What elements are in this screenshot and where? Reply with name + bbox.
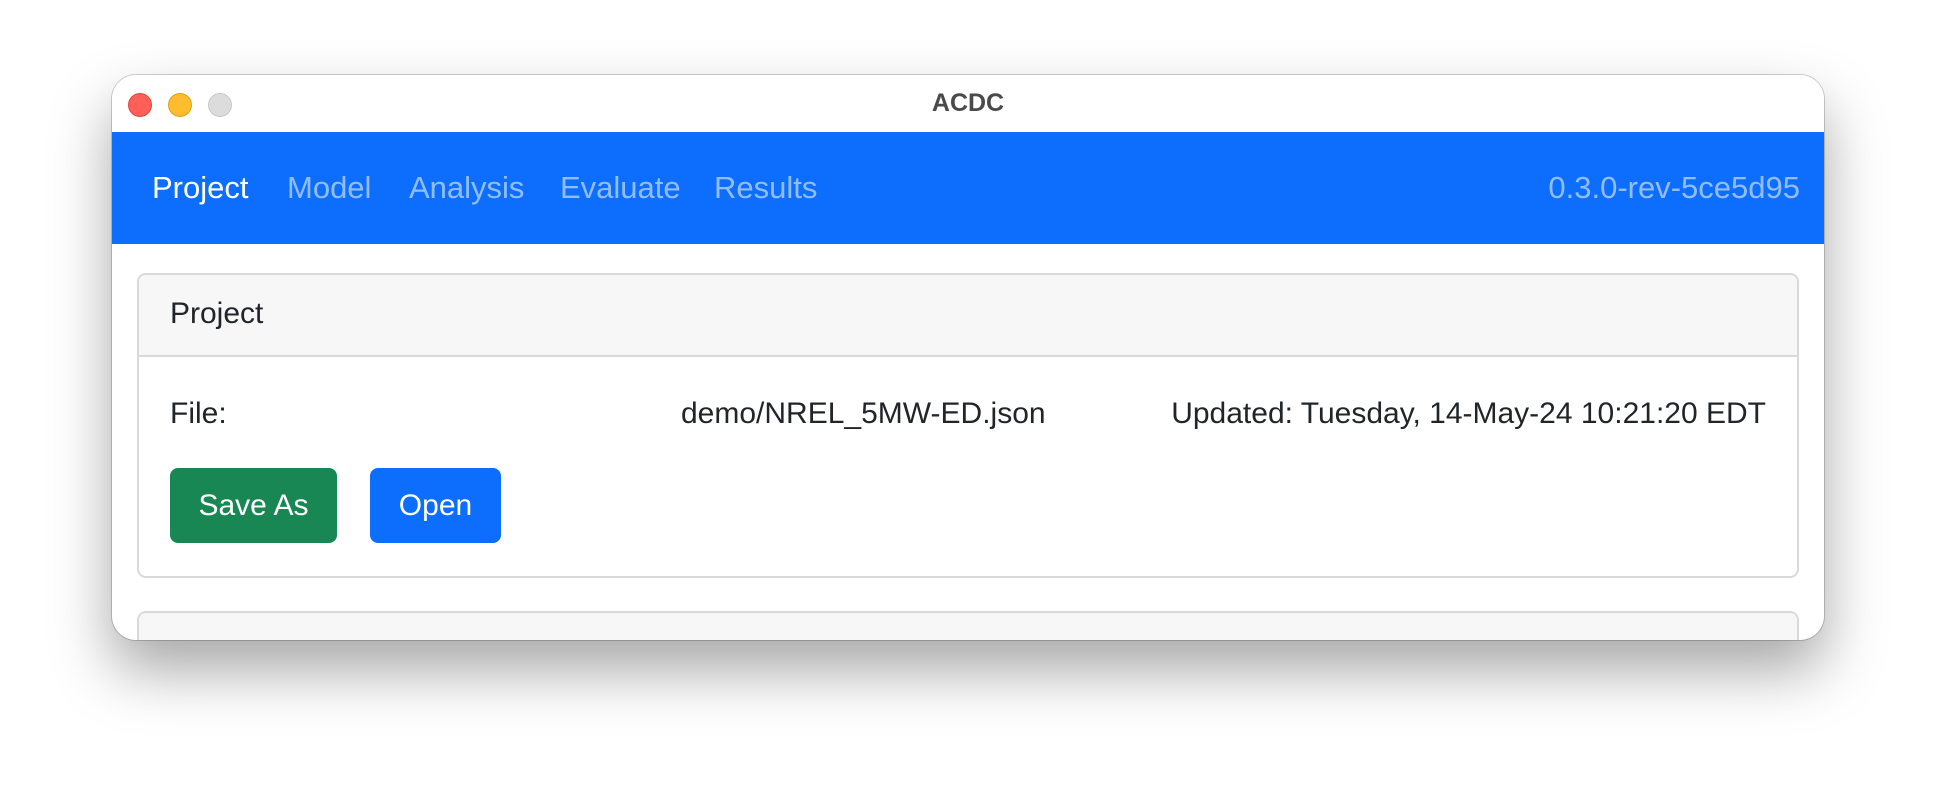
updated-timestamp: Updated: Tuesday, 14-May-24 10:21:20 EDT xyxy=(1171,397,1766,430)
top-navbar: Project Model Analysis Evaluate Results … xyxy=(112,132,1824,244)
next-card xyxy=(137,611,1799,640)
tab-analysis[interactable]: Analysis xyxy=(409,170,524,206)
project-card-header: Project xyxy=(139,275,1797,357)
title-bar[interactable]: ACDC xyxy=(112,75,1824,132)
next-card-header xyxy=(139,613,1797,640)
tab-results[interactable]: Results xyxy=(714,170,817,206)
app-window: ACDC Project Model Analysis Evaluate Res… xyxy=(112,75,1824,640)
tab-model[interactable]: Model xyxy=(287,170,371,206)
tab-evaluate[interactable]: Evaluate xyxy=(560,170,681,206)
window-title: ACDC xyxy=(931,89,1005,117)
tab-project[interactable]: Project xyxy=(152,170,248,206)
version-label: 0.3.0-rev-5ce5d95 xyxy=(1548,170,1800,205)
file-path: demo/NREL_5MW-ED.json xyxy=(681,397,1046,430)
project-card-title: Project xyxy=(170,297,264,330)
file-label: File: xyxy=(170,397,227,430)
open-button[interactable]: Open xyxy=(370,468,501,543)
save-as-button[interactable]: Save As xyxy=(170,468,337,543)
project-card: Project File: demo/NREL_5MW-ED.json Upda… xyxy=(137,273,1799,578)
